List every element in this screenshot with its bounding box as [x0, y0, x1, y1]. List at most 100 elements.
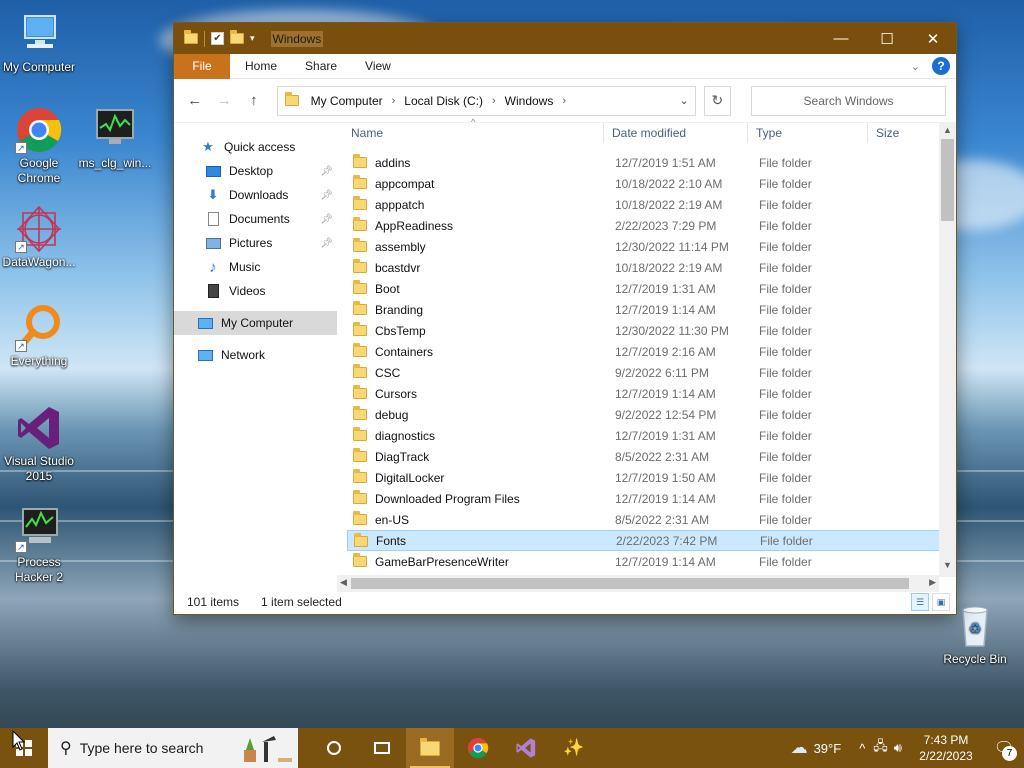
table-row[interactable]: addins 12/7/2019 1:51 AM File folder: [347, 152, 941, 173]
network-status-icon[interactable]: 🖧︎: [873, 737, 888, 759]
up-arrow-icon[interactable]: ↑: [243, 92, 265, 109]
maximize-button[interactable]: ☐: [864, 23, 910, 54]
table-row[interactable]: Branding 12/7/2019 1:14 AM File folder: [347, 299, 941, 320]
column-divider[interactable]: [867, 123, 868, 143]
details-view-icon[interactable]: ☰: [911, 593, 929, 611]
desktop-icon-my-computer[interactable]: My Computer: [0, 10, 80, 75]
nav-downloads[interactable]: ⬇ Downloads 📌︎: [174, 183, 337, 207]
chevron-right-icon[interactable]: ›: [392, 95, 396, 107]
table-row[interactable]: Downloaded Program Files 12/7/2019 1:14 A…: [347, 488, 941, 509]
table-row[interactable]: CSC 9/2/2022 6:11 PM File folder: [347, 362, 941, 383]
forward-arrow-icon[interactable]: →: [214, 92, 236, 109]
scrollbar-thumb[interactable]: [351, 578, 909, 589]
large-icons-view-icon[interactable]: ▣: [932, 593, 950, 611]
taskbar-search-input[interactable]: ⚲ Type here to search: [48, 728, 224, 768]
table-row[interactable]: DiagTrack 8/5/2022 2:31 AM File folder: [347, 446, 941, 467]
scroll-down-icon[interactable]: ▼: [939, 560, 956, 570]
desktop-icon-ms-clg[interactable]: ms_clg_win...: [74, 106, 156, 171]
cortana-button[interactable]: [310, 728, 358, 768]
weather-cloud-icon[interactable]: ☁: [791, 738, 808, 758]
minimize-button[interactable]: —: [818, 23, 864, 54]
taskbar-magic-wand-app[interactable]: ✨: [550, 728, 598, 768]
nav-my-computer[interactable]: My Computer: [174, 311, 337, 335]
search-input[interactable]: Search Windows: [751, 85, 946, 116]
tab-file[interactable]: File: [174, 53, 230, 79]
tab-home[interactable]: Home: [230, 59, 291, 73]
column-divider[interactable]: [603, 123, 604, 143]
scroll-up-icon[interactable]: ▲: [939, 125, 956, 135]
tab-share[interactable]: Share: [291, 59, 351, 73]
nav-documents[interactable]: Documents 📌︎: [174, 207, 337, 231]
table-row[interactable]: GameBarPresenceWriter 12/7/2019 1:14 AM Fi…: [347, 551, 941, 572]
tab-view[interactable]: View: [351, 59, 405, 73]
vertical-scrollbar[interactable]: ▲ ▼: [939, 123, 956, 577]
file-explorer-window[interactable]: ✔ ▾ Windows — ☐ ✕ File Home Share View ⌄…: [173, 22, 957, 615]
chevron-right-icon[interactable]: ›: [562, 95, 566, 107]
taskbar-file-explorer[interactable]: [406, 728, 454, 768]
address-bar[interactable]: My Computer › Local Disk (C:) › Windows …: [276, 85, 696, 116]
table-row[interactable]: diagnostics 12/7/2019 1:31 AM File folder: [347, 425, 941, 446]
table-row[interactable]: Boot 12/7/2019 1:31 AM File folder: [347, 278, 941, 299]
close-button[interactable]: ✕: [910, 23, 956, 54]
taskbar-chrome[interactable]: [454, 728, 502, 768]
nav-music[interactable]: ♪ Music: [174, 255, 337, 279]
new-folder-icon[interactable]: [230, 30, 244, 44]
volume-icon[interactable]: 🔊︎: [894, 740, 902, 756]
weather-temperature[interactable]: 39°F: [814, 741, 842, 756]
file-name: Branding: [375, 302, 424, 317]
properties-check-icon[interactable]: ✔: [211, 32, 224, 45]
chevron-right-icon[interactable]: ›: [492, 95, 496, 107]
desktop-icon-visual-studio[interactable]: Visual Studio 2015: [0, 404, 80, 484]
table-row[interactable]: Cursors 12/7/2019 1:14 AM File folder: [347, 383, 941, 404]
table-row[interactable]: debug 9/2/2022 12:54 PM File folder: [347, 404, 941, 425]
pin-icon[interactable]: 📌︎: [320, 214, 333, 225]
refresh-button[interactable]: ↻: [703, 85, 732, 116]
pin-icon[interactable]: 📌︎: [320, 166, 333, 177]
title-bar[interactable]: ✔ ▾ Windows — ☐ ✕: [174, 23, 956, 54]
table-row[interactable]: appcompat 10/18/2022 2:10 AM File folder: [347, 173, 941, 194]
scrollbar-thumb[interactable]: [941, 139, 954, 221]
nav-quick-access[interactable]: ★ Quick access: [174, 135, 337, 159]
chevron-down-icon[interactable]: ⌄: [679, 94, 688, 107]
action-center-button[interactable]: 🗨︎ 7: [984, 728, 1024, 768]
clock[interactable]: 7:43 PM 2/22/2023: [908, 732, 984, 764]
help-icon[interactable]: ?: [932, 57, 950, 75]
nav-network[interactable]: Network: [174, 343, 337, 367]
nav-pictures[interactable]: Pictures 📌︎: [174, 231, 337, 255]
column-header-date[interactable]: Date modified: [612, 126, 686, 140]
nav-videos[interactable]: Videos: [174, 279, 337, 303]
desktop-icon-chrome[interactable]: ↗ Google Chrome: [0, 106, 80, 186]
table-row[interactable]: DigitalLocker 12/7/2019 1:50 AM File folde…: [347, 467, 941, 488]
show-hidden-icons-icon[interactable]: ^: [859, 741, 865, 756]
taskbar-visual-studio[interactable]: [502, 728, 550, 768]
column-divider[interactable]: [747, 123, 748, 143]
back-arrow-icon[interactable]: ←: [184, 92, 206, 109]
task-view-button[interactable]: [358, 728, 406, 768]
column-header-type[interactable]: Type: [756, 126, 782, 140]
table-row[interactable]: assembly 12/30/2022 11:14 PM File folder: [347, 236, 941, 257]
desktop-icon-process-hacker[interactable]: ↗ Process Hacker 2: [0, 505, 80, 585]
nav-desktop[interactable]: Desktop 📌︎: [174, 159, 337, 183]
pin-icon[interactable]: 📌︎: [320, 238, 333, 249]
table-row[interactable]: apppatch 10/18/2022 2:19 AM File folder: [347, 194, 941, 215]
breadcrumb-local-disk[interactable]: Local Disk (C:): [404, 94, 483, 108]
scroll-right-icon[interactable]: ▶: [929, 577, 936, 588]
table-row[interactable]: Containers 12/7/2019 2:16 AM File folder: [347, 341, 941, 362]
column-header-size[interactable]: Size: [876, 126, 899, 140]
breadcrumb-windows[interactable]: Windows: [505, 94, 554, 108]
breadcrumb-my-computer[interactable]: My Computer: [311, 94, 383, 108]
status-bar: 101 items 1 item selected ☰ ▣: [174, 590, 956, 614]
pin-icon[interactable]: 📌︎: [320, 190, 333, 201]
scroll-left-icon[interactable]: ◀: [340, 577, 347, 588]
table-row[interactable]: CbsTemp 12/30/2022 11:30 PM File folder: [347, 320, 941, 341]
expand-ribbon-icon[interactable]: ⌄: [911, 60, 920, 73]
column-header-name[interactable]: Name: [351, 126, 383, 140]
table-row[interactable]: en-US 8/5/2022 2:31 AM File folder: [347, 509, 941, 530]
desktop-icon-datawagon[interactable]: ↗ DataWagon...: [0, 205, 80, 270]
table-row[interactable]: bcastdvr 10/18/2022 2:19 AM File folder: [347, 257, 941, 278]
desktop-icon-everything[interactable]: ↗ Everything: [0, 304, 80, 369]
quick-access-dropdown-icon[interactable]: ▾: [250, 33, 255, 44]
file-name: Fonts: [376, 533, 407, 548]
table-row[interactable]: Fonts 2/22/2023 7:42 PM File folder: [347, 530, 941, 551]
table-row[interactable]: AppReadiness 2/22/2023 7:29 PM File folder: [347, 215, 941, 236]
